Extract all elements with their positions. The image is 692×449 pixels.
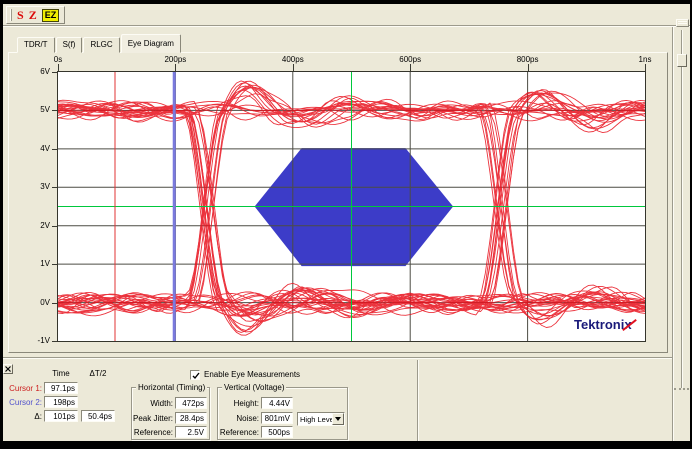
- eye-diagram-canvas[interactable]: [58, 72, 645, 341]
- height-field[interactable]: 4.44V: [261, 397, 293, 409]
- cursor2-label: Cursor 2:: [2, 398, 42, 407]
- vertical-slider-thumb[interactable]: [677, 54, 687, 67]
- noise-level-dropdown[interactable]: High Level: [297, 412, 345, 426]
- column-header-time: Time: [44, 369, 78, 378]
- x-tick-mark: [528, 64, 529, 71]
- tab-rlgc[interactable]: RLGC: [83, 37, 119, 53]
- tektronix-logo: Tektronix: [574, 317, 632, 332]
- width-label: Width:: [132, 399, 173, 408]
- close-icon: [5, 366, 11, 372]
- noise-label: Noise:: [218, 414, 259, 423]
- h-reference-label: Reference:: [132, 428, 173, 437]
- tab-eye-diagram[interactable]: Eye Diagram: [121, 34, 181, 53]
- x-tick-label: 400ps: [273, 55, 313, 64]
- v-reference-field[interactable]: 500ps: [261, 426, 293, 438]
- x-tick-mark: [645, 64, 646, 71]
- toolbar: S Z EZ: [6, 6, 65, 24]
- tab-strip: TDR/T S(f) RLGC Eye Diagram: [17, 34, 182, 53]
- x-tick-label: 0s: [38, 55, 78, 64]
- noise-level-dropdown-value: High Level: [298, 413, 332, 425]
- delta-dt2-field[interactable]: 50.4ps: [81, 410, 115, 422]
- v-reference-label: Reference:: [218, 428, 259, 437]
- eye-diagram-plot[interactable]: Tektronix: [57, 71, 646, 342]
- width-field[interactable]: 472ps: [175, 397, 207, 409]
- h-reference-field[interactable]: 2.5V: [175, 426, 207, 438]
- y-tick-label: -1V: [26, 336, 50, 345]
- y-tick-label: 4V: [26, 144, 50, 153]
- z-tool-icon[interactable]: Z: [29, 8, 37, 23]
- enable-eye-measurements-checkbox[interactable]: [190, 370, 200, 380]
- y-tick-label: 1V: [26, 259, 50, 268]
- x-tick-mark: [58, 64, 59, 71]
- x-tick-label: 600ps: [390, 55, 430, 64]
- tab-sf[interactable]: S(f): [56, 37, 83, 53]
- enable-eye-measurements-label: Enable Eye Measurements: [204, 370, 300, 379]
- y-tick-label: 2V: [26, 221, 50, 230]
- x-tick-label: 800ps: [508, 55, 548, 64]
- x-tick-mark: [293, 64, 294, 71]
- y-tick-label: 0V: [26, 298, 50, 307]
- vertical-voltage-group-title: Vertical (Voltage): [222, 383, 286, 392]
- peak-jitter-field[interactable]: 28.4ps: [175, 412, 207, 424]
- measurement-panel-separator: [3, 357, 672, 359]
- toolbar-grip-icon[interactable]: [10, 9, 12, 21]
- y-tick-label: 5V: [26, 105, 50, 114]
- app-window: S Z EZ TDR/T S(f) RLGC Eye Diagram 0s 200…: [0, 0, 692, 449]
- eye-mask-hexagon: [255, 148, 454, 266]
- s-tool-icon[interactable]: S: [17, 8, 24, 23]
- cursor2-time-field[interactable]: 198ps: [44, 396, 78, 408]
- panel-vertical-divider: [417, 360, 419, 441]
- panel-close-button[interactable]: [3, 364, 13, 374]
- vertical-voltage-group: Vertical (Voltage) Height: 4.44V Noise: …: [217, 387, 348, 440]
- slider-top-grip-icon[interactable]: [676, 19, 689, 27]
- checkmark-icon: [192, 372, 200, 380]
- horizontal-timing-group: Horizontal (Timing) Width: 472ps Peak Ji…: [131, 387, 210, 440]
- y-tick-label: 3V: [26, 182, 50, 191]
- toolbar-separator: [3, 25, 690, 27]
- chevron-down-icon: [335, 417, 341, 424]
- slider-bottom-grip-icon[interactable]: [674, 388, 689, 391]
- horizontal-timing-group-title: Horizontal (Timing): [136, 383, 207, 392]
- column-header-dt2: ΔT/2: [80, 369, 116, 378]
- x-tick-mark: [410, 64, 411, 71]
- peak-jitter-label: Peak Jitter:: [132, 414, 173, 423]
- right-panel-separator: [672, 27, 674, 441]
- noise-field[interactable]: 801mV: [261, 412, 293, 424]
- x-tick-label: 1ns: [625, 55, 665, 64]
- cursor1-label: Cursor 1:: [2, 384, 42, 393]
- tab-tdrt[interactable]: TDR/T: [17, 37, 55, 53]
- dropdown-button[interactable]: [332, 413, 344, 425]
- cursor1-time-field[interactable]: 97.1ps: [44, 382, 78, 394]
- x-tick-label: 200ps: [155, 55, 195, 64]
- y-tick-label: 6V: [26, 67, 50, 76]
- delta-time-field[interactable]: 101ps: [44, 410, 78, 422]
- delta-label: Δ:: [2, 412, 42, 421]
- vertical-slider-track[interactable]: [681, 30, 683, 388]
- ez-tool-icon[interactable]: EZ: [42, 9, 60, 22]
- height-label: Height:: [218, 399, 259, 408]
- x-tick-mark: [175, 64, 176, 71]
